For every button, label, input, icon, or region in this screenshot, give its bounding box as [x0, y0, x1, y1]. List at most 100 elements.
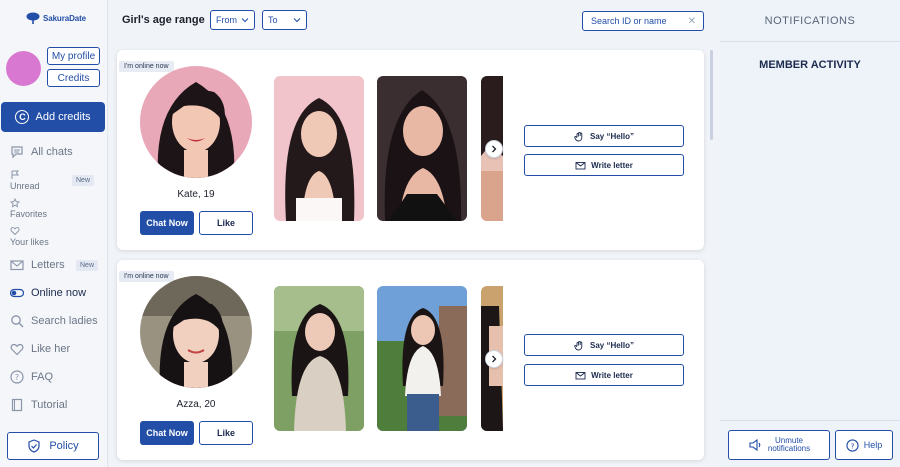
add-credits-label: Add credits — [35, 111, 91, 123]
sidebar-item-label: Letters — [31, 259, 65, 271]
book-icon — [11, 398, 23, 412]
envelope-icon — [10, 260, 24, 271]
chat-now-button[interactable]: Chat Now — [140, 211, 194, 235]
brand-name: SakuraDate — [43, 13, 87, 23]
say-hello-button[interactable]: Say “Hello” — [524, 125, 684, 147]
flag-icon — [11, 170, 19, 179]
sidebar-item-letters[interactable]: Letters — [10, 258, 65, 272]
policy-button[interactable]: Policy — [7, 432, 99, 460]
sidebar-item-label: FAQ — [31, 371, 54, 383]
waving-hand-icon — [574, 340, 583, 350]
profile-name: Kate, 19 — [177, 189, 215, 200]
member-activity-title: MEMBER ACTIVITY — [759, 59, 861, 71]
letters-new-badge: New — [76, 260, 99, 271]
write-letter-button[interactable]: Write letter — [524, 154, 684, 176]
sidebar-item-label: Your likes — [10, 237, 49, 247]
age-to-value: To — [268, 15, 278, 25]
sidebar-item-tutorial[interactable]: Tutorial — [10, 398, 67, 412]
question-circle-icon: ? — [846, 438, 859, 452]
chevron-right-icon — [492, 355, 497, 363]
avatar[interactable] — [6, 51, 41, 86]
chat-now-button[interactable]: Chat Now — [140, 421, 194, 445]
age-range-label: Girl's age range — [122, 14, 205, 26]
question-circle-icon: ? — [10, 370, 24, 384]
envelope-icon — [575, 161, 586, 169]
like-button[interactable]: Like — [199, 421, 253, 445]
unmute-label: Unmute notifications — [767, 435, 811, 453]
credits-coin-icon: C — [15, 110, 30, 124]
star-icon — [10, 198, 20, 208]
profile-card: I'm online now Azza, 20 Chat Now Like Sa… — [117, 260, 704, 460]
sidebar-item-unread[interactable]: Unread — [10, 170, 40, 191]
gallery-photo[interactable] — [274, 76, 364, 221]
gallery-next-button[interactable] — [485, 350, 503, 368]
toggle-icon — [10, 288, 24, 298]
profile-name: Azza, 20 — [176, 399, 216, 410]
say-hello-label: Say “Hello” — [589, 131, 634, 141]
chevron-right-icon — [492, 145, 497, 153]
svg-text:?: ? — [850, 441, 854, 450]
gallery-photo[interactable] — [274, 286, 364, 431]
help-label: Help — [863, 440, 883, 450]
like-button[interactable]: Like — [199, 211, 253, 235]
chevron-down-icon — [293, 18, 301, 23]
write-letter-button[interactable]: Write letter — [524, 364, 684, 386]
search-icon — [11, 315, 24, 328]
notifications-title: NOTIFICATIONS — [720, 0, 900, 42]
sidebar-item-search-ladies[interactable]: Search ladies — [10, 314, 98, 328]
sidebar-item-favorites[interactable]: Favorites — [10, 198, 47, 219]
gallery-photo[interactable] — [377, 286, 467, 431]
sidebar-item-label: Unread — [10, 181, 40, 191]
right-panel-footer: Unmute notifications ? Help — [720, 420, 900, 467]
write-letter-label: Write letter — [591, 370, 633, 380]
gallery-photo[interactable] — [377, 76, 467, 221]
policy-label: Policy — [49, 440, 79, 452]
sidebar-item-online-now[interactable]: Online now — [10, 286, 86, 300]
age-to-select[interactable]: To — [262, 10, 307, 30]
sidebar-item-label: Search ladies — [31, 315, 98, 327]
chevron-down-icon — [241, 18, 249, 23]
age-from-value: From — [216, 15, 237, 25]
sidebar: SakuraDate My profile Credits C Add cred… — [0, 0, 108, 467]
search-input[interactable]: Search ID or name ✕ — [582, 11, 704, 31]
profile-photo[interactable] — [140, 66, 252, 178]
svg-text:?: ? — [15, 373, 19, 382]
sidebar-item-label: Tutorial — [31, 399, 68, 411]
sidebar-item-all-chats[interactable]: All chats — [10, 145, 73, 159]
chat-bubble-icon — [11, 146, 23, 159]
sidebar-item-label: Online now — [31, 287, 87, 299]
waving-hand-icon — [574, 131, 583, 141]
gallery-next-button[interactable] — [485, 140, 503, 158]
sidebar-item-label: Like her — [31, 343, 71, 355]
scrollbar-thumb[interactable] — [710, 50, 713, 140]
write-letter-label: Write letter — [591, 160, 633, 170]
age-from-select[interactable]: From — [210, 10, 255, 30]
help-button[interactable]: ? Help — [835, 430, 893, 460]
say-hello-button[interactable]: Say “Hello” — [524, 334, 684, 356]
sidebar-item-label: All chats — [31, 146, 73, 158]
shield-check-icon — [28, 439, 40, 453]
speaker-icon — [749, 438, 761, 452]
profile-photo[interactable] — [140, 276, 252, 388]
sidebar-item-label: Favorites — [10, 209, 48, 219]
say-hello-label: Say “Hello” — [589, 340, 634, 350]
sidebar-item-faq[interactable]: ? FAQ — [10, 370, 53, 384]
envelope-icon — [575, 371, 586, 379]
online-status-badge: I'm online now — [119, 61, 174, 72]
profile-card: I'm online now Kate, 19 Chat Now Like Sa… — [117, 50, 704, 250]
search-placeholder: Search ID or name — [591, 16, 667, 26]
sidebar-item-your-likes[interactable]: Your likes — [10, 226, 49, 247]
credits-button[interactable]: Credits — [47, 69, 100, 87]
unmute-notifications-button[interactable]: Unmute notifications — [728, 430, 830, 460]
clear-search-icon[interactable]: ✕ — [688, 16, 696, 27]
sidebar-item-like-her[interactable]: Like her — [10, 342, 70, 356]
my-profile-button[interactable]: My profile — [47, 47, 100, 65]
heart-icon — [10, 227, 20, 236]
right-panel: NOTIFICATIONS MEMBER ACTIVITY Unmute noti… — [720, 0, 900, 467]
heart-icon — [10, 343, 24, 356]
sakura-tree-icon — [26, 12, 40, 24]
online-status-badge: I'm online now — [119, 271, 174, 282]
brand-logo[interactable]: SakuraDate — [26, 12, 86, 24]
add-credits-button[interactable]: C Add credits — [1, 102, 105, 132]
unread-new-badge: New — [72, 175, 95, 186]
